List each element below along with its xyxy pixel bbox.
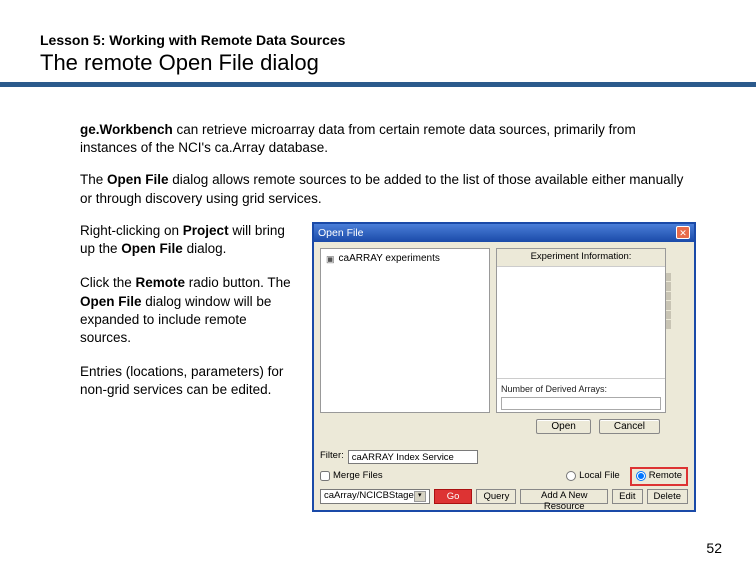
remote-radio[interactable]: Remote bbox=[630, 467, 688, 486]
instruction-3: Entries (locations, parameters) for non-… bbox=[80, 363, 298, 399]
instruction-1: Right-clicking on Project will bring up … bbox=[80, 222, 298, 258]
scrollbar[interactable] bbox=[666, 273, 671, 329]
dialog-title: Open File bbox=[318, 226, 364, 240]
cancel-button[interactable]: Cancel bbox=[599, 419, 660, 434]
chevron-down-icon[interactable]: ▾ bbox=[414, 491, 426, 502]
title-rule bbox=[0, 82, 756, 87]
intro-paragraph-1: ge.Workbench can retrieve microarray dat… bbox=[80, 121, 696, 157]
merge-files-checkbox[interactable]: Merge Files bbox=[320, 470, 383, 483]
experiment-info-panel: Experiment Information: Number of Derive… bbox=[496, 248, 666, 413]
local-file-radio[interactable]: Local File bbox=[566, 470, 620, 483]
lesson-label: Lesson 5: Working with Remote Data Sourc… bbox=[40, 32, 716, 48]
resource-dropdown[interactable]: caArray/NCICBStage ▾ bbox=[320, 489, 430, 504]
instruction-2: Click the Remote radio button. The Open … bbox=[80, 274, 298, 347]
brand-name: ge.Workbench bbox=[80, 122, 173, 137]
add-resource-button[interactable]: Add A New Resource bbox=[520, 489, 608, 504]
edit-button[interactable]: Edit bbox=[612, 489, 642, 504]
open-button[interactable]: Open bbox=[536, 419, 590, 434]
filter-label: Filter: bbox=[320, 450, 344, 463]
delete-button[interactable]: Delete bbox=[647, 489, 688, 504]
filter-field[interactable]: caARRAY Index Service bbox=[348, 450, 478, 464]
experiment-info-header: Experiment Information: bbox=[497, 249, 665, 267]
experiments-tree-panel: ▣ caARRAY experiments bbox=[320, 248, 490, 413]
derived-arrays-field[interactable] bbox=[501, 397, 661, 410]
page-number: 52 bbox=[706, 540, 722, 556]
merge-files-input[interactable] bbox=[320, 471, 330, 481]
filter-row: Filter: caARRAY Index Service bbox=[320, 450, 688, 464]
intro-paragraph-2: The Open File dialog allows remote sourc… bbox=[80, 171, 696, 207]
tree-item-caarray[interactable]: ▣ caARRAY experiments bbox=[321, 249, 489, 269]
derived-arrays-label: Number of Derived Arrays: bbox=[501, 383, 661, 395]
remote-input[interactable] bbox=[636, 471, 646, 481]
folder-icon: ▣ bbox=[326, 253, 335, 265]
open-file-dialog: Open File ✕ ▣ caARRAY experiments bbox=[312, 222, 696, 512]
close-icon[interactable]: ✕ bbox=[676, 226, 690, 239]
slide-title: The remote Open File dialog bbox=[40, 50, 716, 76]
local-file-input[interactable] bbox=[566, 471, 576, 481]
go-button[interactable]: Go bbox=[434, 489, 473, 504]
dialog-titlebar: Open File ✕ bbox=[314, 224, 694, 242]
query-button[interactable]: Query bbox=[476, 489, 516, 504]
